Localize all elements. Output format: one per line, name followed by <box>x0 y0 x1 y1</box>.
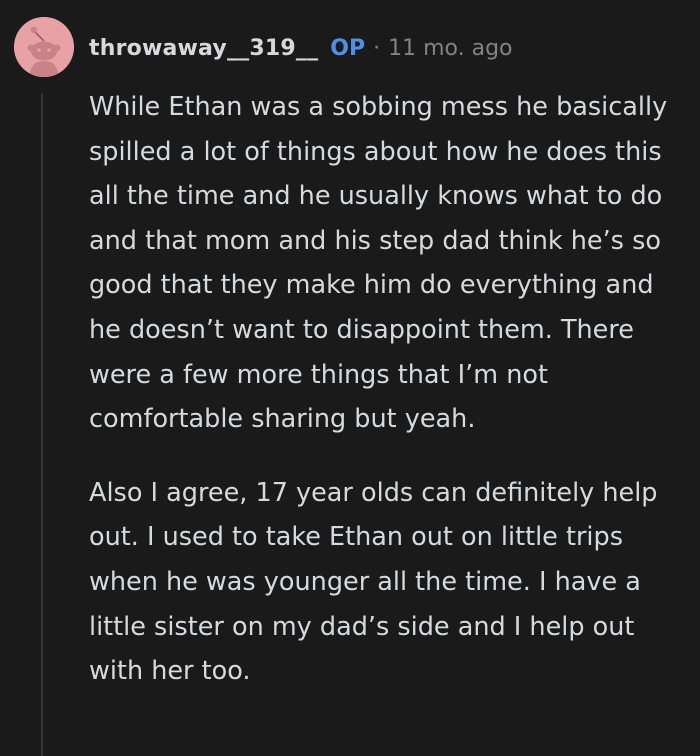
comment-paragraph-1: While Ethan was a sobbing mess he basica… <box>89 92 668 435</box>
snoo-avatar-icon <box>14 17 74 77</box>
comment-timestamp[interactable]: 11 mo. ago <box>388 36 512 61</box>
author-username[interactable]: throwaway__319__ <box>89 36 318 61</box>
comment-header: throwaway__319__ OP · 11 mo. ago <box>89 30 513 66</box>
user-avatar[interactable] <box>14 17 74 77</box>
meta-separator: · <box>373 35 381 61</box>
comment-paragraph-2: Also I agree, 17 year olds can definitel… <box>89 477 658 687</box>
thread-collapse-line[interactable] <box>41 93 43 756</box>
comment-body: While Ethan was a sobbing mess he basica… <box>89 85 679 694</box>
op-badge: OP <box>330 35 366 61</box>
comment: throwaway__319__ OP · 11 mo. ago While E… <box>0 0 700 756</box>
